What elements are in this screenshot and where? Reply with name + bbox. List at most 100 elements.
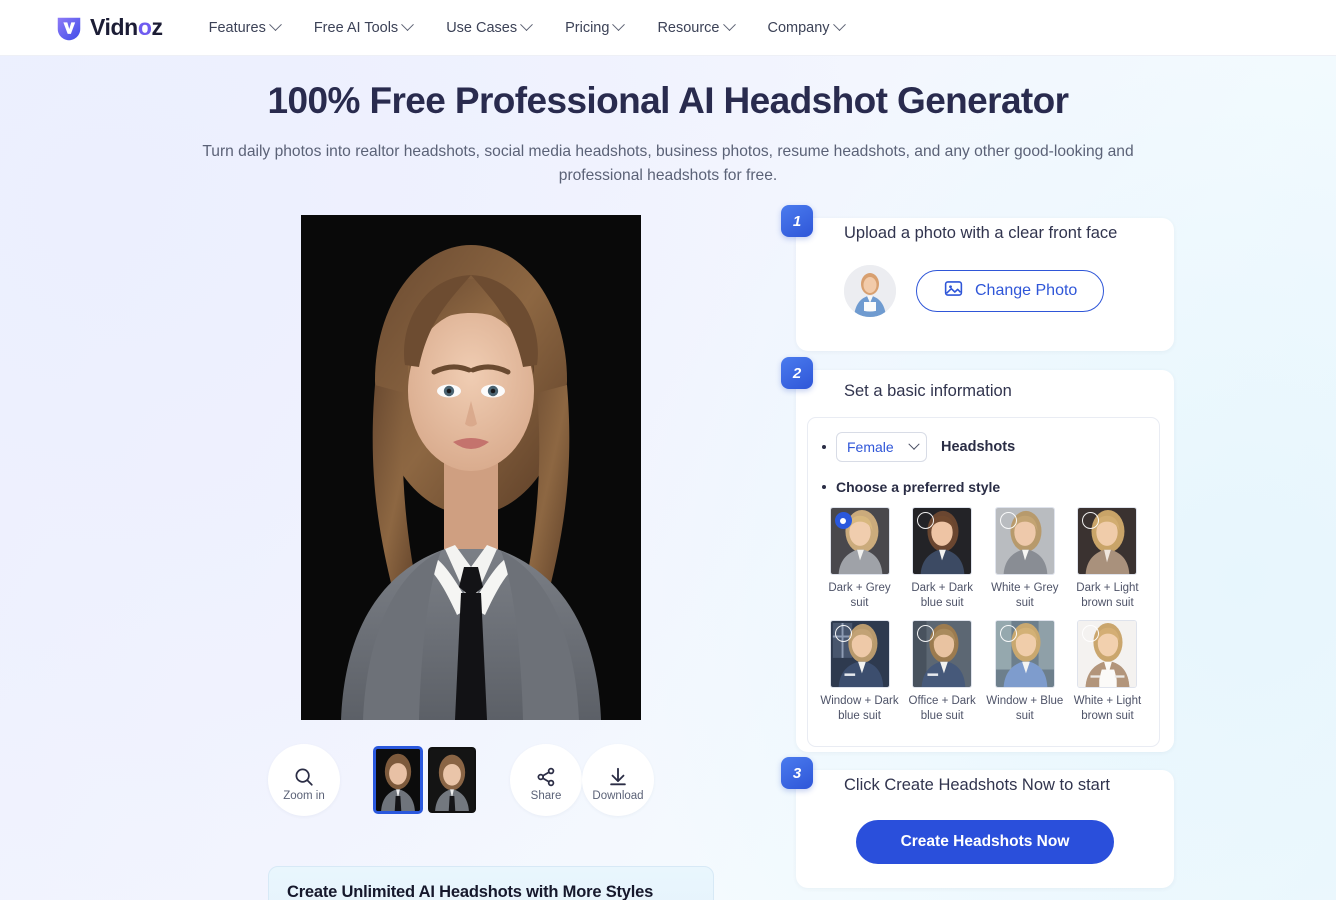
variant-thumbnail-1[interactable] [374, 747, 422, 813]
variant-thumb-image [430, 749, 474, 811]
style-radio[interactable] [834, 625, 852, 643]
style-options-grid: Dark + Grey suit Dark + Dark blue suit W… [808, 495, 1159, 724]
nav-item-label: Pricing [565, 19, 610, 36]
nav-item-label: Resource [657, 19, 720, 36]
more-styles-promo-card[interactable]: Create Unlimited AI Headshots with More … [268, 866, 714, 900]
step-3-badge: 3 [781, 757, 813, 789]
change-photo-button[interactable]: Change Photo [916, 270, 1105, 312]
chevron-down-icon [520, 18, 533, 32]
share-label: Share [530, 789, 562, 802]
choose-style-row: Choose a preferred style [808, 479, 1159, 495]
uploaded-photo-avatar[interactable] [844, 265, 896, 317]
step-3-panel: 3 Click Create Headshots Now to start Cr… [781, 757, 1174, 888]
nav-item-use-cases[interactable]: Use Cases [446, 18, 533, 36]
nav-item-pricing[interactable]: Pricing [565, 18, 626, 36]
variant-thumb-image [376, 749, 420, 811]
logo-text-part-a: Vidn [90, 14, 138, 40]
zoom-in-label: Zoom in [283, 789, 325, 802]
page-subtitle: Turn daily photos into realtor headshots… [202, 142, 1134, 184]
create-headshots-button[interactable]: Create Headshots Now [856, 820, 1114, 864]
download-icon [607, 766, 629, 793]
chevron-down-icon [908, 438, 920, 450]
vidnoz-logo[interactable]: Vidnoz [54, 13, 163, 43]
top-navigation-bar: Vidnoz Features Free AI Tools Use Cases … [0, 0, 1336, 56]
style-thumbnail [1077, 507, 1138, 575]
nav-item-company[interactable]: Company [767, 18, 846, 36]
avatar [844, 265, 896, 317]
style-option-office-dark-blue-suit[interactable]: Office + Dark blue suit [903, 620, 982, 723]
step-1-badge: 1 [781, 205, 813, 237]
style-thumbnail [912, 507, 973, 575]
style-option-window-blue-suit[interactable]: Window + Blue suit [985, 620, 1064, 723]
step-2-inner-box: Female Headshots Choose a preferred styl… [807, 417, 1160, 747]
style-label: Dark + Dark blue suit [911, 582, 973, 609]
style-label: Window + Dark blue suit [820, 695, 899, 723]
style-label: Office + Dark blue suit [908, 695, 976, 723]
style-option-dark-light-brown-suit[interactable]: Dark + Light brown suit [1068, 507, 1147, 610]
headshot-photo [301, 215, 641, 720]
gender-select[interactable]: Female [836, 432, 927, 462]
logo-wordmark: Vidnoz [90, 14, 163, 41]
hero-section: 100% Free Professional AI Headshot Gener… [0, 78, 1336, 187]
promo-title: Create Unlimited AI Headshots with More … [287, 883, 654, 900]
headshots-label: Headshots [941, 439, 1016, 455]
chevron-down-icon [832, 18, 846, 32]
style-radio[interactable] [999, 512, 1017, 529]
choose-style-label: Choose a preferred style [836, 479, 1001, 495]
logo-text-part-b: z [151, 14, 163, 40]
vidnoz-logo-icon [57, 17, 81, 40]
style-label: Dark + Light brown suit [1076, 582, 1139, 609]
chevron-down-icon [268, 18, 282, 32]
style-label: White + Light brown suit [1073, 695, 1142, 723]
variant-thumbnail-list [374, 747, 476, 813]
download-button[interactable]: Download [582, 744, 654, 816]
style-label: Dark + Grey suit [828, 582, 891, 609]
step-2-heading: Set a basic information [844, 382, 1012, 400]
nav-item-label: Company [767, 19, 830, 36]
step-2-badge: 2 [781, 357, 813, 389]
style-option-white-grey-suit[interactable]: White + Grey suit [985, 507, 1064, 610]
chevron-down-icon [401, 18, 415, 32]
style-label: White + Grey suit [991, 582, 1059, 609]
preview-toolbar: Zoom in Share Download [268, 742, 678, 818]
chevron-down-icon [722, 18, 736, 32]
nav-item-resource[interactable]: Resource [657, 18, 736, 36]
style-thumbnail [912, 620, 973, 689]
magnifier-icon [293, 766, 315, 793]
nav-item-features[interactable]: Features [208, 18, 282, 36]
nav-menu: Features Free AI Tools Use Cases Pricing… [208, 18, 846, 36]
gender-row: Female Headshots [808, 432, 1159, 462]
share-icon [535, 766, 557, 793]
step-1-heading: Upload a photo with a clear front face [844, 224, 1118, 242]
gender-selected-value: Female [847, 439, 894, 455]
nav-item-label: Use Cases [446, 19, 518, 36]
style-label: Window + Blue suit [986, 695, 1064, 723]
zoom-in-button[interactable]: Zoom in [268, 744, 340, 816]
nav-item-label: Free AI Tools [313, 19, 399, 36]
image-icon [943, 278, 964, 304]
style-option-window-dark-blue-suit[interactable]: Window + Dark blue suit [820, 620, 899, 723]
nav-item-label: Features [208, 19, 266, 36]
nav-item-free-ai-tools[interactable]: Free AI Tools [313, 18, 415, 36]
variant-thumbnail-2[interactable] [428, 747, 476, 813]
style-option-dark-dark-blue-suit[interactable]: Dark + Dark blue suit [903, 507, 982, 610]
page-title: 100% Free Professional AI Headshot Gener… [267, 80, 1070, 121]
style-option-white-light-brown-suit[interactable]: White + Light brown suit [1068, 620, 1147, 723]
change-photo-label: Change Photo [975, 282, 1078, 299]
style-radio-selected[interactable] [834, 512, 852, 529]
share-button[interactable]: Share [510, 744, 582, 816]
style-thumbnail [1077, 620, 1138, 689]
style-thumbnail [994, 507, 1055, 575]
style-thumbnail [829, 507, 890, 575]
download-label: Download [592, 789, 644, 802]
step-1-panel: 1 Upload a photo with a clear front face [781, 205, 1174, 351]
bullet-dot-icon [822, 445, 826, 449]
step-3-heading: Click Create Headshots Now to start [844, 776, 1110, 794]
logo-text-part-o: o [137, 14, 152, 40]
headshot-preview-image[interactable] [301, 215, 641, 720]
style-option-dark-grey-suit[interactable]: Dark + Grey suit [820, 507, 899, 610]
bullet-dot-icon [822, 485, 826, 489]
step-2-panel: 2 Set a basic information Female Headsho… [781, 357, 1174, 752]
style-thumbnail [829, 620, 890, 689]
step-1-body: Change Photo [796, 243, 1174, 317]
